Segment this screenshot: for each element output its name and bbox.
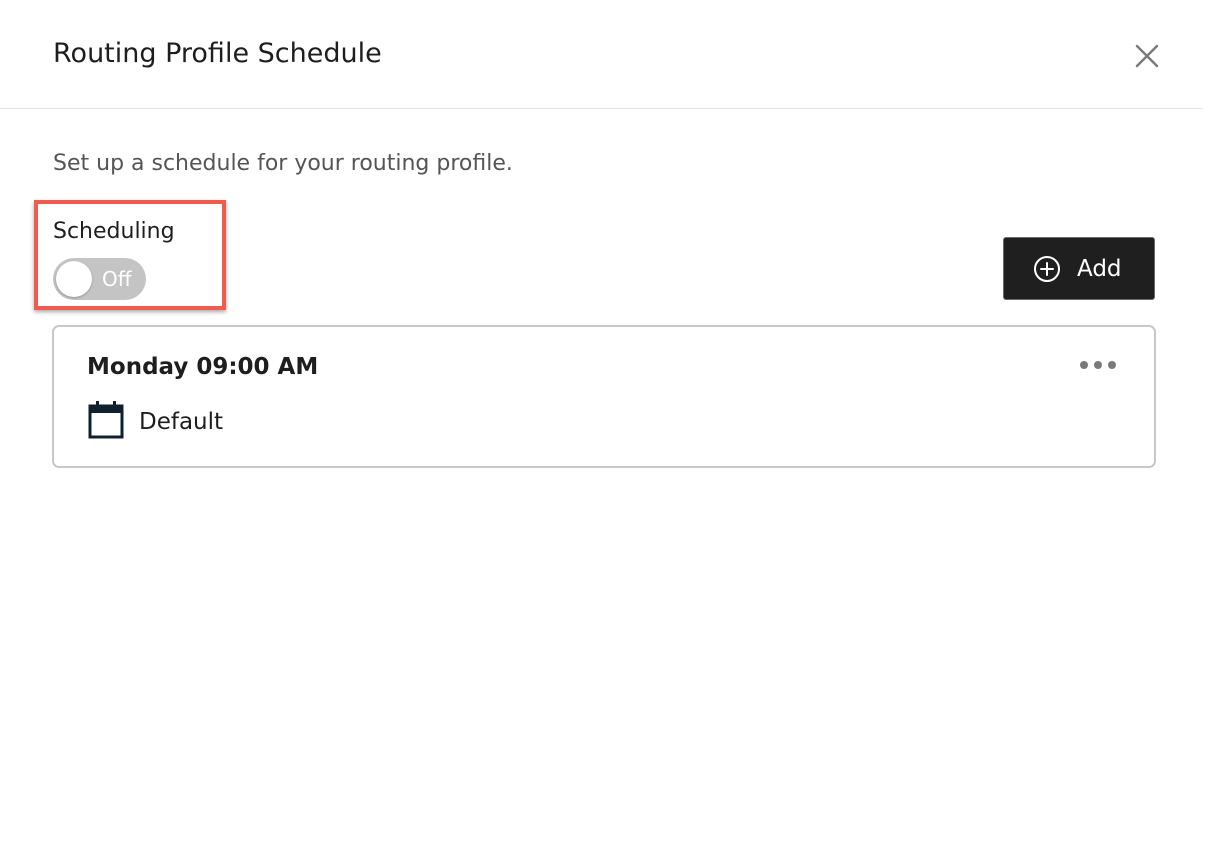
- more-horizontal-icon: [1074, 353, 1122, 377]
- schedule-menu-button[interactable]: [1074, 353, 1122, 377]
- routing-profile-schedule-dialog: Routing Profile Schedule Set up a schedu…: [0, 0, 1226, 864]
- dialog-title: Routing Profile Schedule: [53, 38, 382, 69]
- scheduling-toggle[interactable]: Off: [53, 258, 146, 300]
- add-schedule-button[interactable]: Add: [1003, 237, 1155, 300]
- toggle-state-label: Off: [102, 267, 132, 291]
- scheduling-label: Scheduling: [53, 219, 175, 244]
- calendar-icon: [88, 401, 124, 439]
- add-button-label: Add: [1077, 256, 1122, 282]
- plus-circle-icon: [1033, 255, 1061, 283]
- close-icon: [1131, 40, 1163, 72]
- dialog-description: Set up a schedule for your routing profi…: [53, 151, 513, 176]
- schedule-name: Default: [139, 409, 224, 435]
- close-button[interactable]: [1131, 40, 1163, 72]
- schedule-time: Monday 09:00 AM: [87, 354, 319, 380]
- dialog-header: Routing Profile Schedule: [0, 0, 1203, 109]
- schedule-card: Monday 09:00 AM Default: [52, 325, 1156, 468]
- toggle-knob: [56, 261, 92, 297]
